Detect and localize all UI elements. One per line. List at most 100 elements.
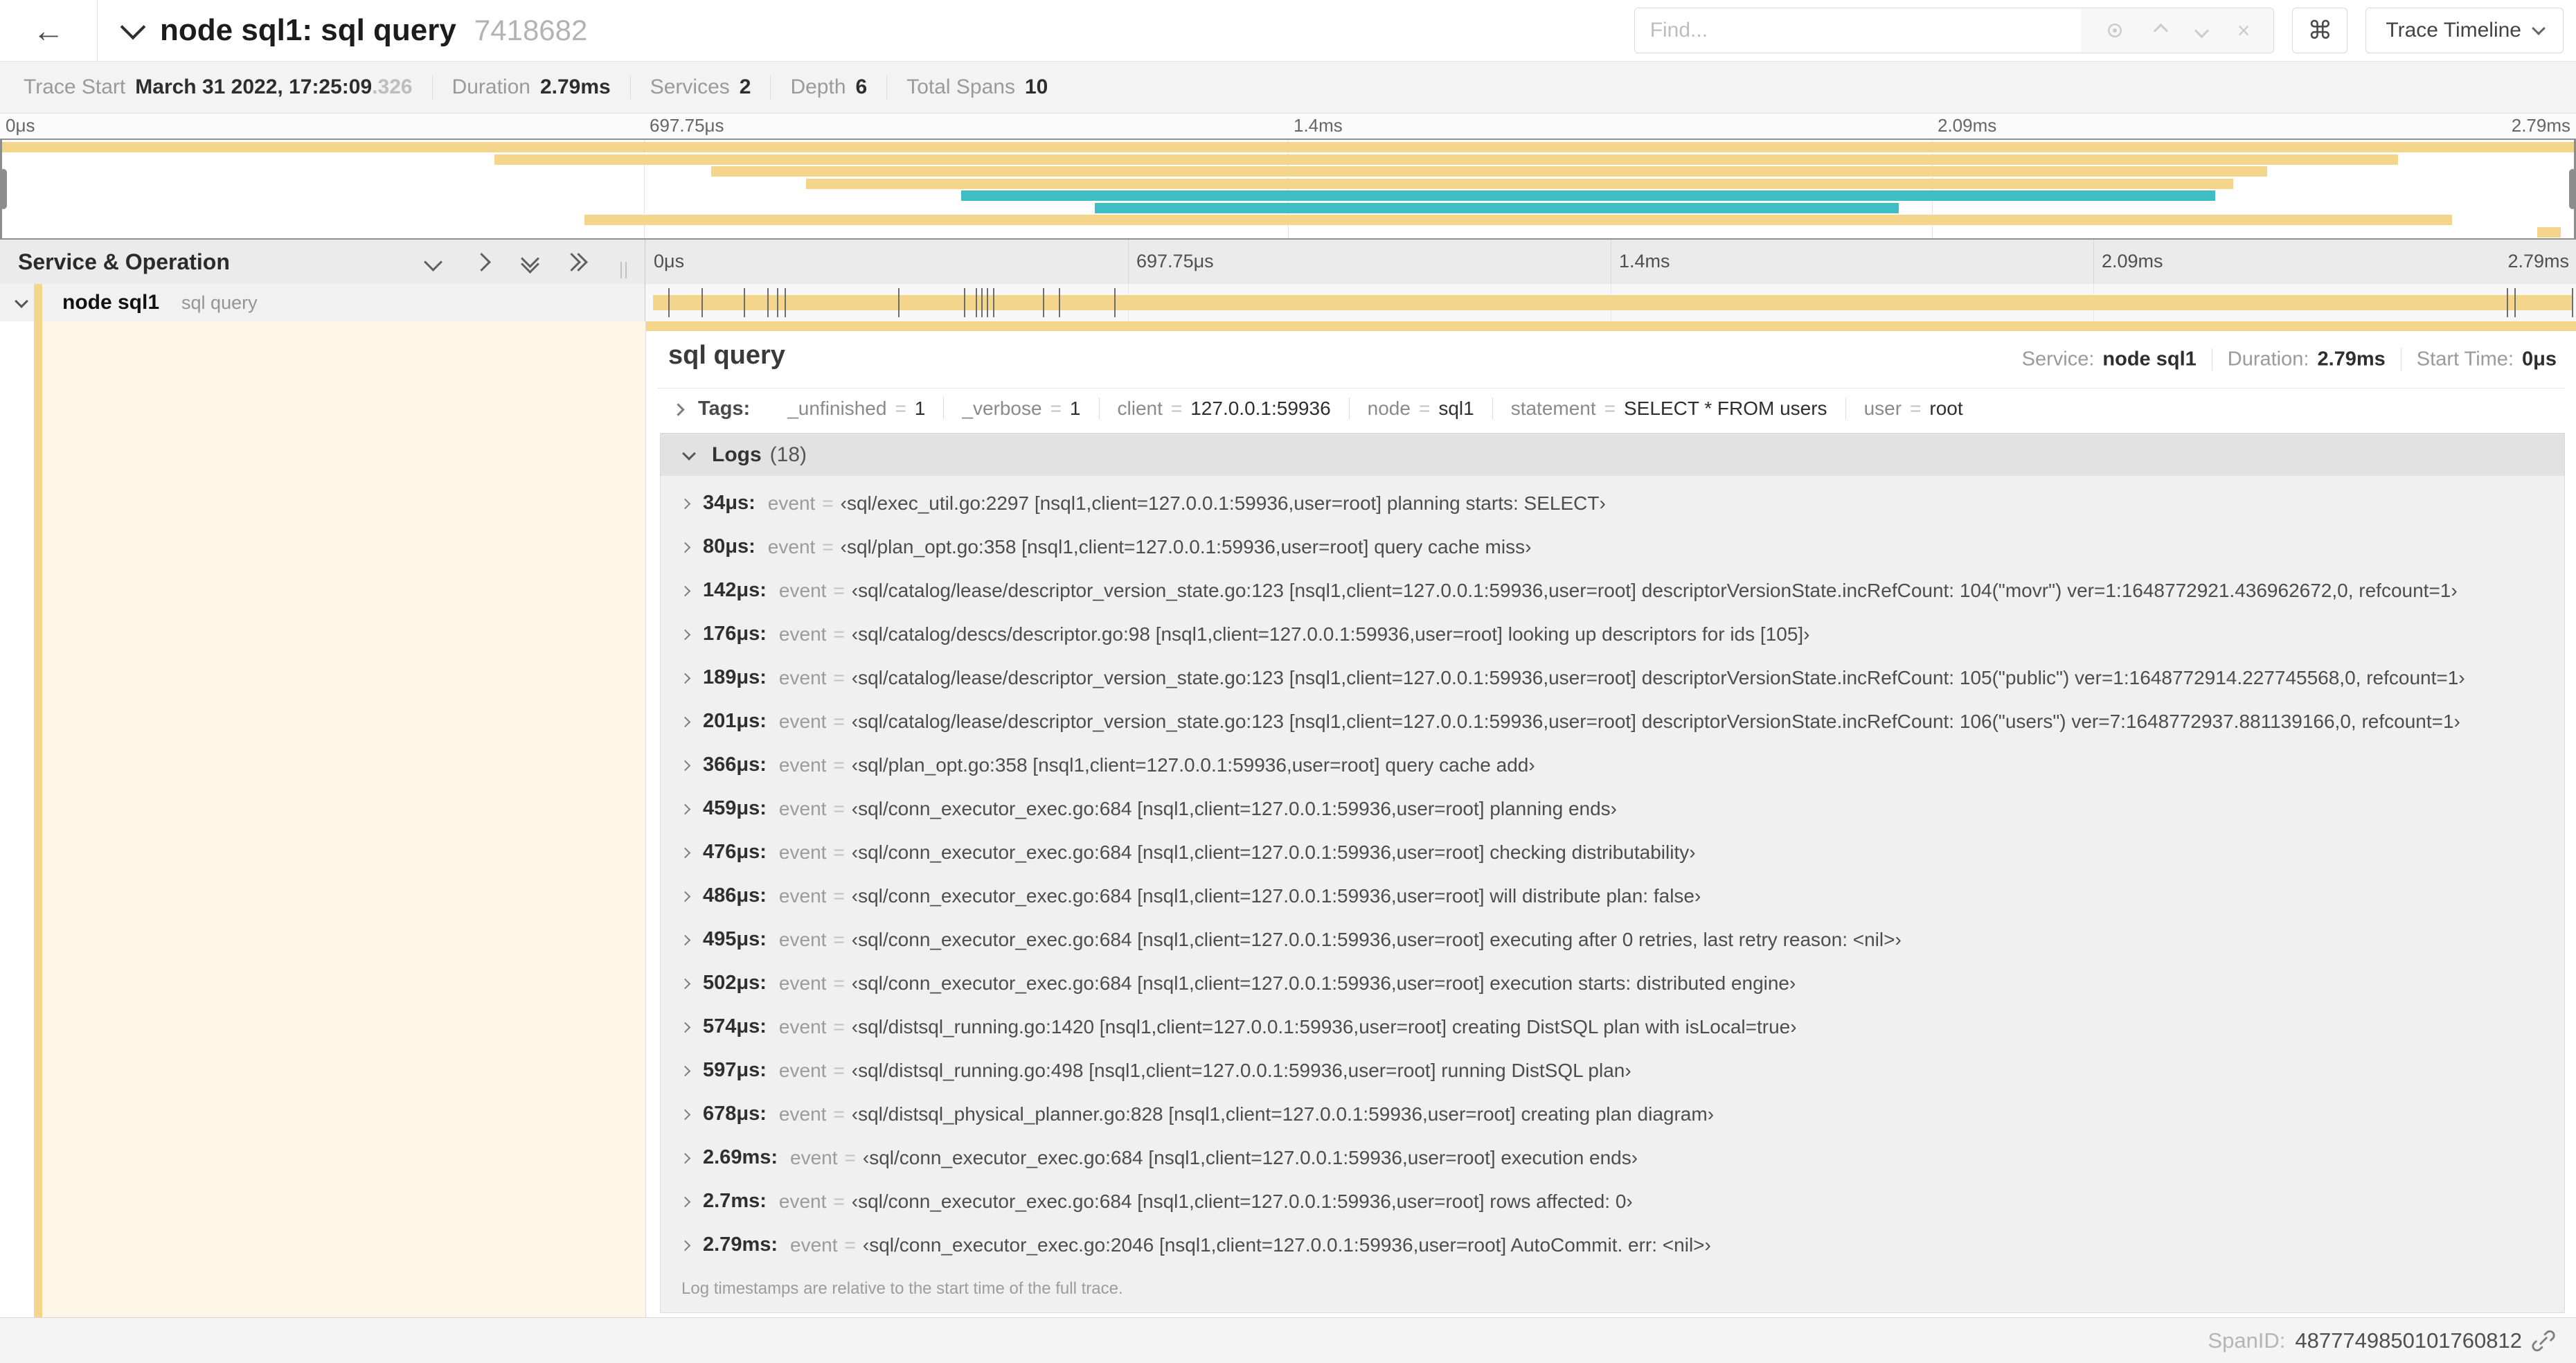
match-target-icon[interactable] — [2104, 20, 2125, 41]
span-collapse-chevron-icon[interactable] — [15, 294, 28, 308]
log-value: ‹sql/catalog/descs/descriptor.go:98 [nsq… — [851, 623, 1810, 645]
deep-link-icon[interactable] — [2532, 1329, 2555, 1353]
log-marker-tick — [776, 288, 778, 317]
log-row[interactable]: 34μs: event = ‹sql/exec_util.go:2297 [nsql1… — [661, 481, 2564, 525]
log-row[interactable]: 597μs: event = ‹sql/distsql_running.go:498 … — [661, 1049, 2564, 1092]
log-field-name: event — [790, 1146, 838, 1168]
tag-key: client — [1117, 398, 1163, 419]
logs-header[interactable]: Logs (18) — [660, 433, 2565, 476]
trace-id: 7418682 — [474, 14, 588, 46]
minimap-canvas[interactable] — [0, 139, 2576, 240]
span-row-timeline-cell[interactable] — [645, 284, 2576, 321]
span-color-accent — [34, 284, 42, 321]
log-field-name: event — [778, 797, 827, 819]
log-row[interactable]: 495μs: event = ‹sql/conn_executor_exec.go:6… — [661, 918, 2564, 961]
minimap-span-bar — [0, 142, 2576, 152]
log-value: ‹sql/catalog/lease/descriptor_version_st… — [851, 710, 2460, 732]
log-row[interactable]: 201μs: event = ‹sql/catalog/lease/descripto… — [661, 700, 2564, 743]
back-arrow-icon: ← — [33, 12, 64, 48]
minimap-tick-labels: 0μs 697.75μs 1.4ms 2.09ms 2.79ms — [0, 114, 2576, 139]
tag-value: 1 — [914, 398, 926, 419]
logs-collapse-chevron-icon — [682, 446, 696, 461]
log-timestamp: 2.79ms: — [703, 1233, 778, 1256]
log-marker-tick — [964, 288, 966, 317]
minimap-span-bar — [494, 154, 2399, 165]
clear-find-icon[interactable]: × — [2237, 19, 2251, 42]
meta-value: March 31 2022, 17:25:09.326 — [135, 75, 413, 98]
log-row[interactable]: 80μs: event = ‹sql/plan_opt.go:358 [nsql1,c… — [661, 525, 2564, 569]
log-row[interactable]: 486μs: event = ‹sql/conn_executor_exec.go:6… — [661, 874, 2564, 918]
meta-value: 6 — [855, 75, 868, 98]
keyboard-shortcuts-button[interactable]: ⌘ — [2292, 8, 2348, 53]
span-row-name-cell[interactable]: node sql1 sql query — [0, 284, 645, 321]
collapse-trace-chevron-icon[interactable] — [120, 14, 146, 40]
log-row[interactable]: 502μs: event = ‹sql/conn_executor_exec.go:6… — [661, 961, 2564, 1005]
expand-one-icon[interactable] — [471, 251, 492, 272]
log-row[interactable]: 678μs: event = ‹sql/distsql_physical_planne… — [661, 1092, 2564, 1136]
tag-key: user — [1863, 398, 1902, 419]
log-timestamp: 476μs: — [703, 841, 767, 863]
log-value: ‹sql/conn_executor_exec.go:684 [nsql1,cl… — [862, 1146, 1638, 1168]
log-marker-tick — [1114, 288, 1116, 317]
log-value: ‹sql/conn_executor_exec.go:684 [nsql1,cl… — [851, 884, 1701, 907]
collapse-controls — [422, 245, 645, 278]
next-result-icon[interactable] — [2194, 23, 2209, 38]
log-row[interactable]: 459μs: event = ‹sql/conn_executor_exec.go:6… — [661, 787, 2564, 830]
minimap-right-scrubber[interactable] — [2569, 169, 2576, 209]
back-button[interactable]: ← — [0, 0, 98, 61]
log-row[interactable]: 366μs: event = ‹sql/plan_opt.go:358 [nsql1,… — [661, 743, 2564, 787]
log-marker-tick — [744, 288, 746, 317]
log-equals: = — [822, 492, 834, 514]
find-group: × — [1634, 8, 2275, 53]
minimap-tick-label: 1.4ms — [1294, 115, 1343, 136]
meta-value: 10 — [1024, 75, 1048, 98]
log-expand-chevron-icon — [679, 891, 691, 902]
log-marker-tick — [992, 288, 994, 317]
meta-value-suffix: .326 — [372, 75, 413, 98]
tag-value: sql1 — [1438, 398, 1474, 419]
page-title: node sql1: sql query — [160, 13, 456, 47]
log-row[interactable]: 476μs: event = ‹sql/conn_executor_exec.go:6… — [661, 830, 2564, 874]
log-row[interactable]: 574μs: event = ‹sql/distsql_running.go:1420… — [661, 1005, 2564, 1049]
log-value: ‹sql/conn_executor_exec.go:684 [nsql1,cl… — [851, 1190, 1633, 1212]
collapse-one-icon[interactable] — [422, 251, 443, 272]
log-row[interactable]: 2.79ms: event = ‹sql/conn_executor_exec.go:… — [661, 1223, 2564, 1267]
log-row[interactable]: 2.7ms: event = ‹sql/conn_executor_exec.go:6… — [661, 1179, 2564, 1223]
log-row[interactable]: 176μs: event = ‹sql/catalog/descs/descripto… — [661, 612, 2564, 656]
find-input[interactable] — [1634, 8, 2081, 53]
span-detail-area: sql query Service: node sql1 Duration: 2.79… — [0, 321, 2576, 1317]
log-row[interactable]: 189μs: event = ‹sql/catalog/lease/descripto… — [661, 656, 2564, 700]
log-field-name: event — [778, 579, 827, 601]
collapse-all-icon[interactable] — [519, 249, 540, 274]
minimap-left-scrubber[interactable] — [0, 169, 7, 209]
log-expand-chevron-icon — [679, 1152, 691, 1164]
minimap-tick-label: 2.09ms — [1938, 115, 1997, 136]
log-timestamp: 366μs: — [703, 754, 767, 776]
tag-equals: = — [1604, 398, 1616, 419]
expand-all-icon[interactable] — [562, 251, 589, 272]
log-row[interactable]: 2.69ms: event = ‹sql/conn_executor_exec.go:… — [661, 1136, 2564, 1179]
log-row[interactable]: 142μs: event = ‹sql/catalog/lease/descripto… — [661, 569, 2564, 612]
log-equals: = — [833, 666, 845, 688]
meta-label: Services — [650, 75, 730, 98]
tags-row[interactable]: Tags: _unfinished = 1 _verbose = 1 client = 127.… — [646, 389, 2576, 429]
trace-meta-item: Depth 6 — [770, 75, 886, 99]
tag-key: node — [1367, 398, 1411, 419]
log-marker-tick — [1058, 288, 1060, 317]
span-duration-bar[interactable] — [653, 295, 2573, 310]
log-timestamp: 486μs: — [703, 884, 767, 907]
tag-value: root — [1929, 398, 1963, 419]
trace-view-selector-button[interactable]: Trace Timeline — [2365, 8, 2564, 53]
log-marker-tick — [1043, 288, 1045, 317]
tag-key: _verbose — [962, 398, 1042, 419]
ruler-tick-label: 0μs — [654, 251, 685, 271]
column-resizer-grip[interactable] — [620, 262, 627, 278]
log-equals: = — [833, 1015, 845, 1037]
tag-item: client = 127.0.0.1:59936 — [1098, 398, 1349, 420]
prev-result-icon[interactable] — [2153, 23, 2168, 38]
log-timestamp: 597μs: — [703, 1059, 767, 1081]
minimap-span-bar — [710, 166, 2267, 177]
log-equals: = — [844, 1233, 856, 1256]
log-expand-chevron-icon — [679, 542, 691, 553]
log-field-name: event — [767, 535, 816, 558]
